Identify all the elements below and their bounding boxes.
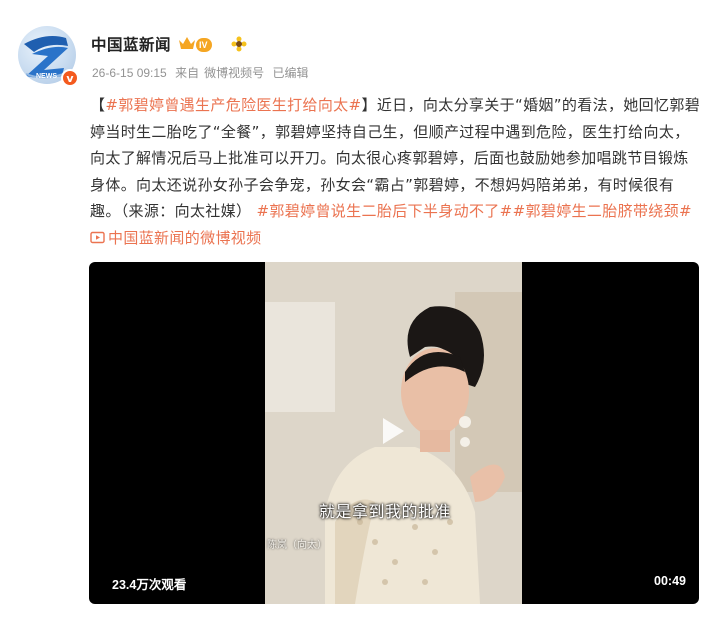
video-link[interactable]: 中国蓝新闻的微博视频 — [90, 229, 262, 247]
level-badge: IV — [196, 38, 212, 52]
sunflower-icon — [231, 36, 247, 52]
hashtag-link[interactable]: #郭碧婷曾说生二胎后下半身动不了# — [256, 202, 512, 220]
edited-label: 已编辑 — [272, 66, 309, 80]
video-duration: 00:49 — [654, 574, 686, 588]
verified-badge: v — [61, 69, 79, 87]
post-time[interactable]: 26-6-15 09:15 — [92, 66, 167, 80]
post-meta: 26-6-15 09:15 来自 微博视频号 已编辑 — [92, 64, 313, 81]
video-player[interactable]: 就是拿到我的批准 陈岚（向太） 23.4万次观看 00:49 — [89, 262, 699, 604]
account-name[interactable]: 中国蓝新闻 — [91, 33, 171, 55]
bracket-close: 】 — [361, 96, 377, 114]
view-count: 23.4万次观看 — [112, 578, 187, 592]
svg-text:NEWS: NEWS — [36, 73, 57, 80]
play-icon — [383, 418, 404, 444]
hashtag-link[interactable]: #郭碧婷生二胎脐带绕颈# — [513, 202, 692, 220]
video-link-label: 中国蓝新闻的微博视频 — [108, 228, 262, 247]
video-subtitle: 就是拿到我的批准 — [319, 502, 452, 521]
post-source[interactable]: 微博视频号 — [204, 66, 264, 80]
crown-icon — [179, 37, 195, 49]
headline-hashtag[interactable]: #郭碧婷曾遇生产危险医生打给向太# — [105, 96, 361, 114]
bracket-open: 【 — [90, 96, 106, 114]
from-label: 来自 — [175, 66, 200, 80]
post-content: 【#郭碧婷曾遇生产危险医生打给向太#】近日，向太分享关于“婚姻”的看法，她回忆郭… — [90, 92, 702, 252]
play-button[interactable] — [371, 411, 411, 451]
video-link-icon — [90, 231, 105, 244]
video-caption-tag: 陈岚（向太） — [267, 540, 327, 551]
